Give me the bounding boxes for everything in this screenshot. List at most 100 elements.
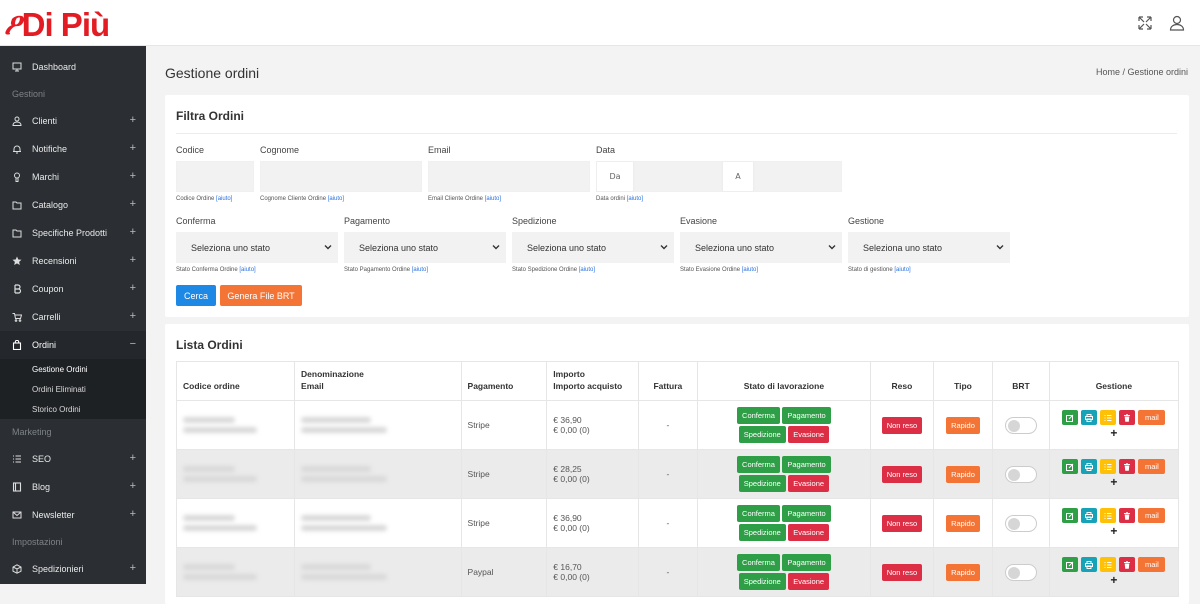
conferma-status-badge[interactable]: Conferma — [737, 456, 780, 473]
pagamento-status-badge[interactable]: Pagamento — [782, 554, 831, 571]
aiuto-link[interactable]: [aiuto] — [412, 267, 428, 273]
spedizione-status-badge[interactable]: Spedizione — [738, 524, 786, 541]
evasione-status-badge[interactable]: Evasione — [788, 475, 830, 492]
th-fattura[interactable]: Fattura — [638, 361, 698, 401]
brt-toggle[interactable] — [1005, 416, 1037, 434]
evasione-status-badge[interactable]: Evasione — [788, 524, 830, 541]
list-icon[interactable] — [1100, 410, 1117, 425]
th-pagamento[interactable]: Pagamento — [460, 361, 548, 401]
trash-icon[interactable] — [1119, 459, 1136, 474]
user-icon[interactable] — [1168, 14, 1186, 32]
th-gestione[interactable]: Gestione — [1048, 361, 1180, 401]
edit-icon[interactable] — [1062, 508, 1079, 523]
mail-button[interactable]: mail — [1138, 459, 1166, 474]
add-icon[interactable]: + — [1056, 475, 1172, 489]
aiuto-link[interactable]: [aiuto] — [216, 196, 232, 202]
fullscreen-icon[interactable] — [1136, 14, 1154, 32]
tipo-badge[interactable]: Rapido — [946, 514, 980, 532]
pagamento-status-badge[interactable]: Pagamento — [782, 505, 831, 522]
sidebar-item-specifiche-prodotti[interactable]: Specifiche Prodotti + — [0, 219, 146, 247]
sidebar-item-clienti[interactable]: Clienti + — [0, 107, 146, 135]
sidebar-item-ordini[interactable]: Ordini − — [0, 331, 146, 359]
aiuto-link[interactable]: [aiuto] — [742, 267, 758, 273]
print-icon[interactable] — [1081, 459, 1098, 474]
mail-button[interactable]: mail — [1138, 557, 1166, 572]
conferma-select[interactable]: Seleziona uno stato — [176, 232, 338, 263]
edit-icon[interactable] — [1062, 410, 1079, 425]
brt-toggle[interactable] — [1005, 465, 1037, 483]
conferma-status-badge[interactable]: Conferma — [737, 554, 780, 571]
th-brt[interactable]: BRT — [992, 361, 1050, 401]
spedizione-status-badge[interactable]: Spedizione — [738, 426, 786, 443]
trash-icon[interactable] — [1119, 557, 1136, 572]
brt-toggle[interactable] — [1005, 514, 1037, 532]
sidebar-item-newsletter[interactable]: Newsletter + — [0, 501, 146, 529]
edit-icon[interactable] — [1062, 557, 1079, 572]
th-stato[interactable]: Stato di lavorazione — [696, 361, 872, 401]
print-icon[interactable] — [1081, 410, 1098, 425]
list-icon[interactable] — [1100, 557, 1117, 572]
sidebar-item-carrelli[interactable]: Carrelli + — [0, 303, 146, 331]
add-icon[interactable]: + — [1056, 524, 1172, 538]
sidebar-subitem-ordini-eliminati[interactable]: Ordini Eliminati — [0, 379, 146, 399]
trash-icon[interactable] — [1119, 508, 1136, 523]
conferma-status-badge[interactable]: Conferma — [737, 505, 780, 522]
cerca-button[interactable]: Cerca — [176, 285, 216, 306]
logo[interactable]: ዖ Di Più — [4, 8, 110, 42]
aiuto-link[interactable]: [aiuto] — [485, 196, 501, 202]
pagamento-status-badge[interactable]: Pagamento — [782, 407, 831, 424]
sidebar-subitem-gestione-ordini[interactable]: Gestione Ordini — [0, 359, 146, 379]
aiuto-link[interactable]: [aiuto] — [239, 267, 255, 273]
th-importo[interactable]: Importo Importo acquisto — [546, 361, 640, 401]
list-icon[interactable] — [1100, 508, 1117, 523]
tipo-badge[interactable]: Rapido — [946, 465, 980, 483]
th-denominazione[interactable]: Denominazione Email — [294, 361, 462, 401]
sidebar-item-recensioni[interactable]: Recensioni + — [0, 247, 146, 275]
print-icon[interactable] — [1081, 508, 1098, 523]
sidebar-item-coupon[interactable]: Coupon + — [0, 275, 146, 303]
th-tipo[interactable]: Tipo — [932, 361, 994, 401]
spedizione-status-badge[interactable]: Spedizione — [738, 475, 786, 492]
sidebar-item-notifiche[interactable]: Notifiche + — [0, 135, 146, 163]
print-icon[interactable] — [1081, 557, 1098, 572]
email-input[interactable] — [428, 161, 590, 192]
breadcrumb[interactable]: Home / Gestione ordini — [1096, 67, 1188, 77]
spedizione-status-badge[interactable]: Spedizione — [738, 573, 786, 590]
trash-icon[interactable] — [1119, 410, 1136, 425]
list-icon[interactable] — [1100, 459, 1117, 474]
aiuto-link[interactable]: [aiuto] — [894, 267, 910, 273]
mail-button[interactable]: mail — [1138, 410, 1166, 425]
codice-input[interactable] — [176, 161, 254, 192]
cognome-input[interactable] — [260, 161, 422, 192]
evasione-status-badge[interactable]: Evasione — [788, 573, 830, 590]
genera-brt-button[interactable]: Genera File BRT — [220, 285, 302, 306]
evasione-select[interactable]: Seleziona uno stato — [680, 232, 842, 263]
sidebar-item-seo[interactable]: SEO + — [0, 445, 146, 473]
tipo-badge[interactable]: Rapido — [946, 416, 980, 434]
sidebar-item-marchi[interactable]: Marchi + — [0, 163, 146, 191]
date-to-input[interactable] — [754, 161, 842, 192]
date-from-input[interactable] — [634, 161, 722, 192]
pagamento-status-badge[interactable]: Pagamento — [782, 456, 831, 473]
mail-button[interactable]: mail — [1138, 508, 1166, 523]
sidebar-item-spedizionieri[interactable]: Spedizionieri + — [0, 555, 146, 583]
reso-badge[interactable]: Non reso — [881, 465, 923, 483]
edit-icon[interactable] — [1062, 459, 1079, 474]
conferma-status-badge[interactable]: Conferma — [737, 407, 780, 424]
pagamento-select[interactable]: Seleziona uno stato — [344, 232, 506, 263]
evasione-status-badge[interactable]: Evasione — [788, 426, 830, 443]
sidebar-item-catalogo[interactable]: Catalogo + — [0, 191, 146, 219]
sidebar-item-dashboard[interactable]: Dashboard — [0, 53, 146, 81]
reso-badge[interactable]: Non reso — [881, 514, 923, 532]
brt-toggle[interactable] — [1005, 563, 1037, 581]
aiuto-link[interactable]: [aiuto] — [579, 267, 595, 273]
th-reso[interactable]: Reso — [870, 361, 934, 401]
reso-badge[interactable]: Non reso — [881, 416, 923, 434]
add-icon[interactable]: + — [1056, 426, 1172, 440]
sidebar-subitem-storico-ordini[interactable]: Storico Ordini — [0, 399, 146, 419]
aiuto-link[interactable]: [aiuto] — [328, 196, 344, 202]
add-icon[interactable]: + — [1056, 573, 1172, 587]
aiuto-link[interactable]: [aiuto] — [627, 196, 643, 202]
th-codice[interactable]: Codice ordine — [175, 361, 296, 401]
spedizione-select[interactable]: Seleziona uno stato — [512, 232, 674, 263]
